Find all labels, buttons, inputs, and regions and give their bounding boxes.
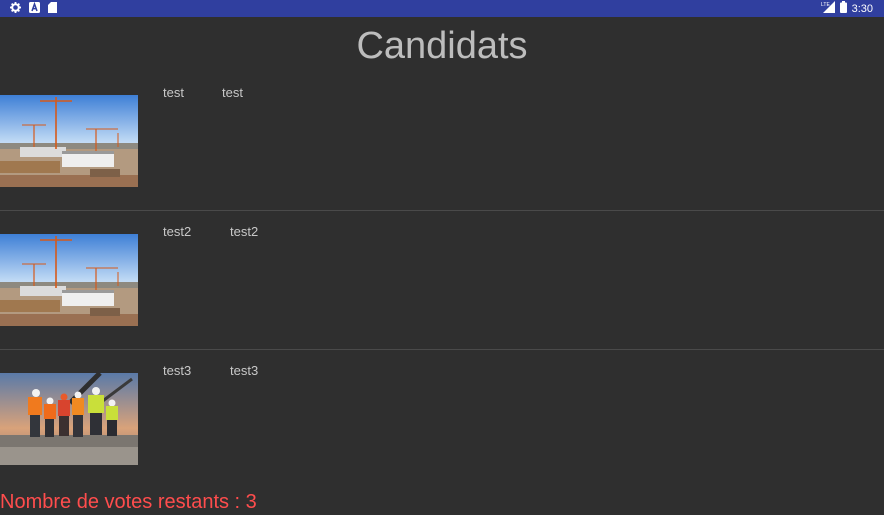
gear-icon [10, 0, 21, 18]
candidate-last-name: test2 [230, 224, 259, 239]
candidate-first-name: test [163, 85, 184, 100]
network-type: LTE [821, 2, 830, 8]
a-icon [29, 0, 40, 18]
candidate-photo [0, 95, 138, 187]
candidate-last-name: test [222, 85, 243, 100]
sd-card-icon [48, 0, 57, 18]
candidate-item[interactable]: test test [0, 72, 884, 211]
battery-icon [839, 1, 847, 16]
candidate-last-name: test3 [230, 363, 259, 378]
candidate-first-name: test3 [163, 363, 192, 378]
signal-icon: LTE [821, 1, 835, 16]
candidate-item[interactable]: test2 test2 [0, 211, 884, 350]
status-bar: LTE 3:30 [0, 0, 884, 17]
remaining-votes-text: Nombre de votes restants : 3 [0, 491, 257, 513]
page-title: Candidats [356, 25, 528, 67]
candidate-photo [0, 234, 138, 326]
candidate-first-name: test2 [163, 224, 192, 239]
status-right-icons: LTE 3:30 [821, 1, 873, 16]
candidate-item[interactable]: test3 test3 [0, 350, 884, 489]
clock: 3:30 [851, 2, 873, 15]
status-left-icons [10, 0, 57, 18]
candidate-photo [0, 373, 138, 465]
